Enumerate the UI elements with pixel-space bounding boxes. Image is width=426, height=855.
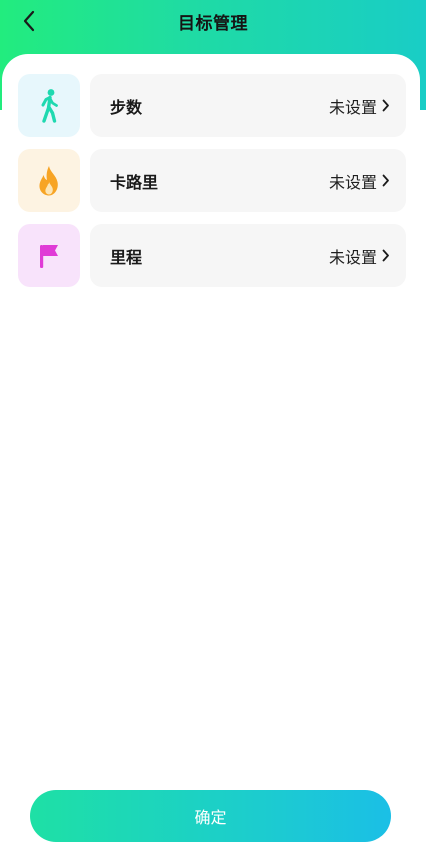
- content-panel: 步数 未设置 卡路里 未设置 里程 未设置: [2, 54, 420, 855]
- chevron-right-icon: [382, 99, 390, 112]
- flame-icon: [39, 165, 58, 195]
- distance-label: 里程: [110, 247, 143, 267]
- chevron-right-icon: [382, 174, 390, 187]
- goal-row-calories[interactable]: 卡路里 未设置: [18, 149, 406, 212]
- goal-row-steps[interactable]: 步数 未设置: [18, 74, 406, 137]
- walking-person-icon: [41, 88, 58, 123]
- top-bar: 目标管理: [0, 0, 426, 44]
- calories-value: 未设置: [328, 172, 377, 192]
- flag-icon: [40, 244, 58, 268]
- distance-card[interactable]: 里程 未设置: [90, 224, 406, 287]
- calories-card[interactable]: 卡路里 未设置: [90, 149, 406, 212]
- goal-row-distance[interactable]: 里程 未设置: [18, 224, 406, 287]
- calories-icon-box: [18, 149, 80, 212]
- page-title: 目标管理: [178, 14, 248, 34]
- steps-label: 步数: [110, 97, 143, 117]
- goal-list: 步数 未设置 卡路里 未设置 里程 未设置: [18, 74, 406, 299]
- calories-value-group: 未设置: [329, 169, 390, 193]
- chevron-right-icon: [382, 249, 390, 262]
- steps-value: 未设置: [328, 97, 377, 117]
- confirm-button[interactable]: 确定: [30, 790, 391, 842]
- distance-value-group: 未设置: [329, 244, 390, 268]
- steps-icon-box: [18, 74, 80, 137]
- steps-card[interactable]: 步数 未设置: [90, 74, 406, 137]
- steps-value-group: 未设置: [329, 94, 390, 118]
- calories-label: 卡路里: [110, 172, 159, 192]
- distance-icon-box: [18, 224, 80, 287]
- distance-value: 未设置: [328, 247, 377, 267]
